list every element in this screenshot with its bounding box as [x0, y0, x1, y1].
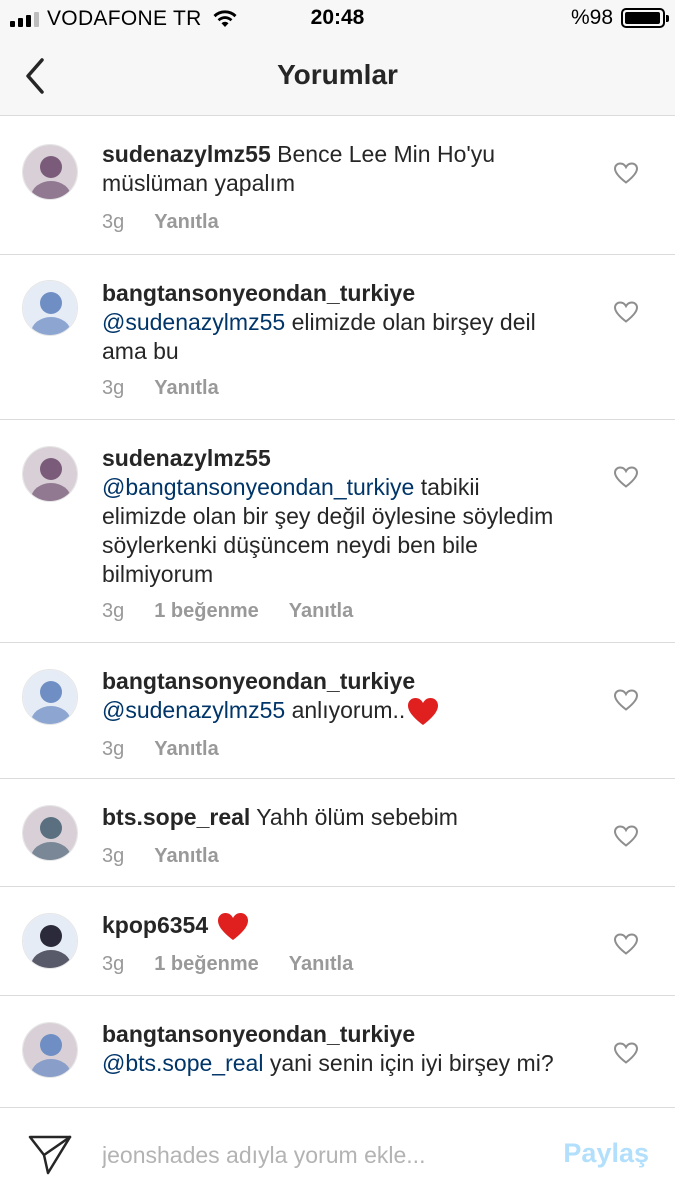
comment-username[interactable]: bts.sope_real: [102, 804, 250, 830]
comment-username[interactable]: kpop6354: [102, 912, 208, 938]
nav-header: Yorumlar: [0, 36, 675, 116]
comment-meta: 3g Yanıtla: [102, 211, 219, 234]
comment-username[interactable]: bangtansonyeondan_turkiye: [102, 280, 415, 306]
comment-time: 3g: [102, 738, 125, 760]
comment-body: Yahh ölüm sebebim: [256, 804, 458, 830]
comment-text: kpop6354: [102, 911, 562, 942]
comment-text: bangtansonyeondan_turkiye @bts.sope_real …: [102, 1020, 562, 1078]
comment-body: anlıyorum..: [291, 697, 406, 723]
comment-text: sudenazylmz55 Bence Lee Min Ho'yu müslüm…: [102, 140, 562, 198]
comment-username[interactable]: sudenazylmz55: [102, 141, 271, 167]
comment-row: bangtansonyeondan_turkiye @sudenazylmz55 …: [0, 642, 675, 778]
avatar[interactable]: [22, 280, 78, 336]
avatar[interactable]: [22, 1022, 78, 1078]
red-heart-emoji-icon: [217, 912, 248, 940]
like-heart-icon[interactable]: [613, 932, 639, 956]
comment-meta: 3g Yanıtla: [102, 738, 219, 761]
comment-like-count[interactable]: 1 beğenme: [154, 953, 258, 976]
comment-time: 3g: [102, 600, 125, 622]
status-right: %98: [570, 6, 669, 30]
like-heart-icon[interactable]: [613, 688, 639, 712]
share-button[interactable]: Paylaş: [563, 1138, 649, 1169]
red-heart-emoji-icon: [408, 697, 439, 725]
comment-time: 3g: [102, 377, 125, 399]
comment-mention[interactable]: @bangtansonyeondan_turkiye: [102, 474, 414, 500]
battery-percentage: %98: [570, 6, 613, 29]
comment-time: 3g: [102, 211, 125, 233]
comment-list[interactable]: sudenazylmz55 Bence Lee Min Ho'yu müslüm…: [0, 117, 675, 1107]
comment-like-count[interactable]: 1 beğenme: [154, 600, 258, 623]
avatar[interactable]: [22, 446, 78, 502]
comment-row: bangtansonyeondan_turkiye @bts.sope_real …: [0, 995, 675, 1107]
comment-meta: 3g Yanıtla: [102, 845, 219, 868]
comment-text: bangtansonyeondan_turkiye @sudenazylmz55 …: [102, 279, 562, 366]
avatar[interactable]: [22, 669, 78, 725]
comment-row: bangtansonyeondan_turkiye @sudenazylmz55 …: [0, 254, 675, 419]
page-title: Yorumlar: [277, 59, 398, 90]
comment-username[interactable]: sudenazylmz55: [102, 445, 271, 471]
comment-text: bangtansonyeondan_turkiye @sudenazylmz55 …: [102, 667, 562, 727]
comment-text: bts.sope_real Yahh ölüm sebebim: [102, 803, 562, 832]
comment-mention[interactable]: @bts.sope_real: [102, 1050, 263, 1076]
like-heart-icon[interactable]: [613, 1041, 639, 1065]
avatar[interactable]: [22, 805, 78, 861]
comment-username[interactable]: bangtansonyeondan_turkiye: [102, 668, 415, 694]
paper-plane-icon[interactable]: [26, 1133, 74, 1177]
comment-row: sudenazylmz55 Bence Lee Min Ho'yu müslüm…: [0, 117, 675, 254]
comment-text: sudenazylmz55 @bangtansonyeondan_turkiye …: [102, 444, 562, 589]
like-heart-icon[interactable]: [613, 824, 639, 848]
reply-button[interactable]: Yanıtla: [154, 377, 218, 400]
like-heart-icon[interactable]: [613, 161, 639, 185]
reply-button[interactable]: Yanıtla: [289, 600, 353, 623]
comment-meta: 3g Yanıtla: [102, 377, 219, 400]
avatar[interactable]: [22, 913, 78, 969]
battery-icon: [621, 8, 669, 28]
reply-button[interactable]: Yanıtla: [154, 211, 218, 234]
comment-mention[interactable]: @sudenazylmz55: [102, 309, 285, 335]
battery-fill: [625, 12, 661, 24]
comment-row: sudenazylmz55 @bangtansonyeondan_turkiye …: [0, 419, 675, 642]
comment-time: 3g: [102, 845, 125, 867]
reply-button[interactable]: Yanıtla: [289, 953, 353, 976]
comment-mention[interactable]: @sudenazylmz55: [102, 697, 285, 723]
comment-meta: 3g 1 beğenme Yanıtla: [102, 600, 353, 623]
comment-row: kpop6354 3g 1 beğenme Yanıtla: [0, 886, 675, 995]
comment-row: bts.sope_real Yahh ölüm sebebim 3g Yanıtla: [0, 778, 675, 886]
like-heart-icon[interactable]: [613, 465, 639, 489]
avatar[interactable]: [22, 144, 78, 200]
comment-time: 3g: [102, 953, 125, 975]
status-bar: VODAFONE TR 20:48 %98: [0, 0, 675, 36]
comment-input[interactable]: [102, 1135, 522, 1175]
reply-button[interactable]: Yanıtla: [154, 845, 218, 868]
comment-username[interactable]: bangtansonyeondan_turkiye: [102, 1021, 415, 1047]
comment-input-bar: Paylaş: [0, 1107, 675, 1200]
comment-body: yani senin için iyi birşey mi?: [269, 1050, 554, 1076]
like-heart-icon[interactable]: [613, 300, 639, 324]
comment-meta: 3g 1 beğenme Yanıtla: [102, 953, 353, 976]
reply-button[interactable]: Yanıtla: [154, 738, 218, 761]
